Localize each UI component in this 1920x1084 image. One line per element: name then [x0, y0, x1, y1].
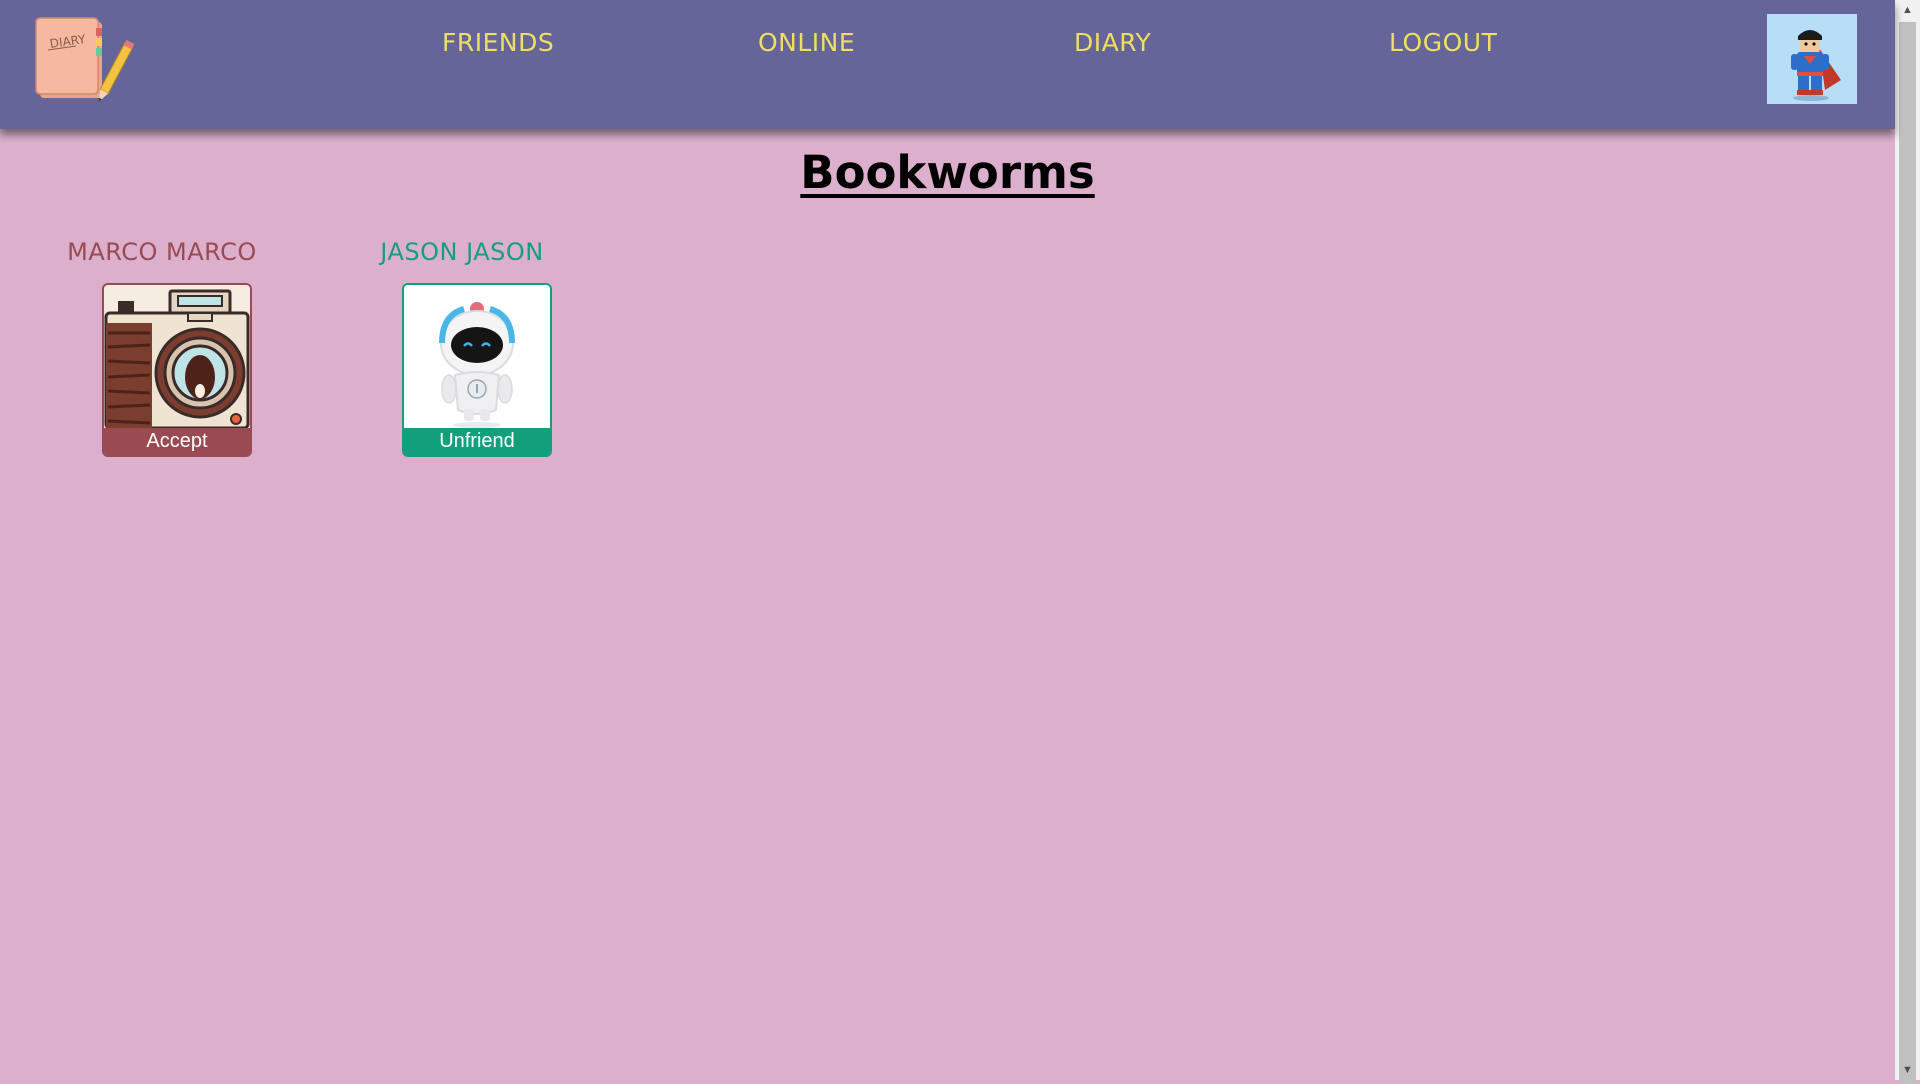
robot-icon — [404, 285, 550, 430]
nav-link-logout[interactable]: LOGOUT — [1389, 28, 1497, 57]
vertical-scrollbar[interactable]: ▲ ▼ — [1895, 0, 1920, 1084]
navbar: DIARY FRIENDS ONLINE DIARY LOGOUT — [0, 0, 1895, 129]
nav-link-diary[interactable]: DIARY — [1074, 28, 1151, 57]
scroll-thumb[interactable] — [1899, 22, 1916, 1084]
nav-link-online[interactable]: ONLINE — [758, 28, 855, 57]
friend-photo-box[interactable]: Accept — [102, 283, 252, 457]
friend-name: JASON JASON — [380, 238, 544, 266]
superhero-avatar-icon — [1791, 30, 1841, 101]
user-avatar[interactable] — [1767, 14, 1857, 104]
friend-card-jason: JASON JASON Unfriend — [352, 238, 572, 457]
nav-link-friends[interactable]: FRIENDS — [442, 28, 554, 57]
friend-photo-box[interactable]: Unfriend — [402, 283, 552, 457]
scroll-down-arrow-icon[interactable]: ▼ — [1895, 1060, 1920, 1080]
camera-icon — [104, 285, 250, 430]
friend-card-marco: MARCO MARCO Accept — [52, 238, 272, 457]
accept-button[interactable]: Accept — [104, 428, 250, 455]
unfriend-button[interactable]: Unfriend — [404, 428, 550, 455]
scroll-up-arrow-icon[interactable]: ▲ — [1895, 0, 1920, 20]
diary-logo[interactable]: DIARY — [34, 14, 135, 110]
page-title: Bookworms — [800, 146, 1095, 199]
friend-name: MARCO MARCO — [67, 238, 257, 266]
